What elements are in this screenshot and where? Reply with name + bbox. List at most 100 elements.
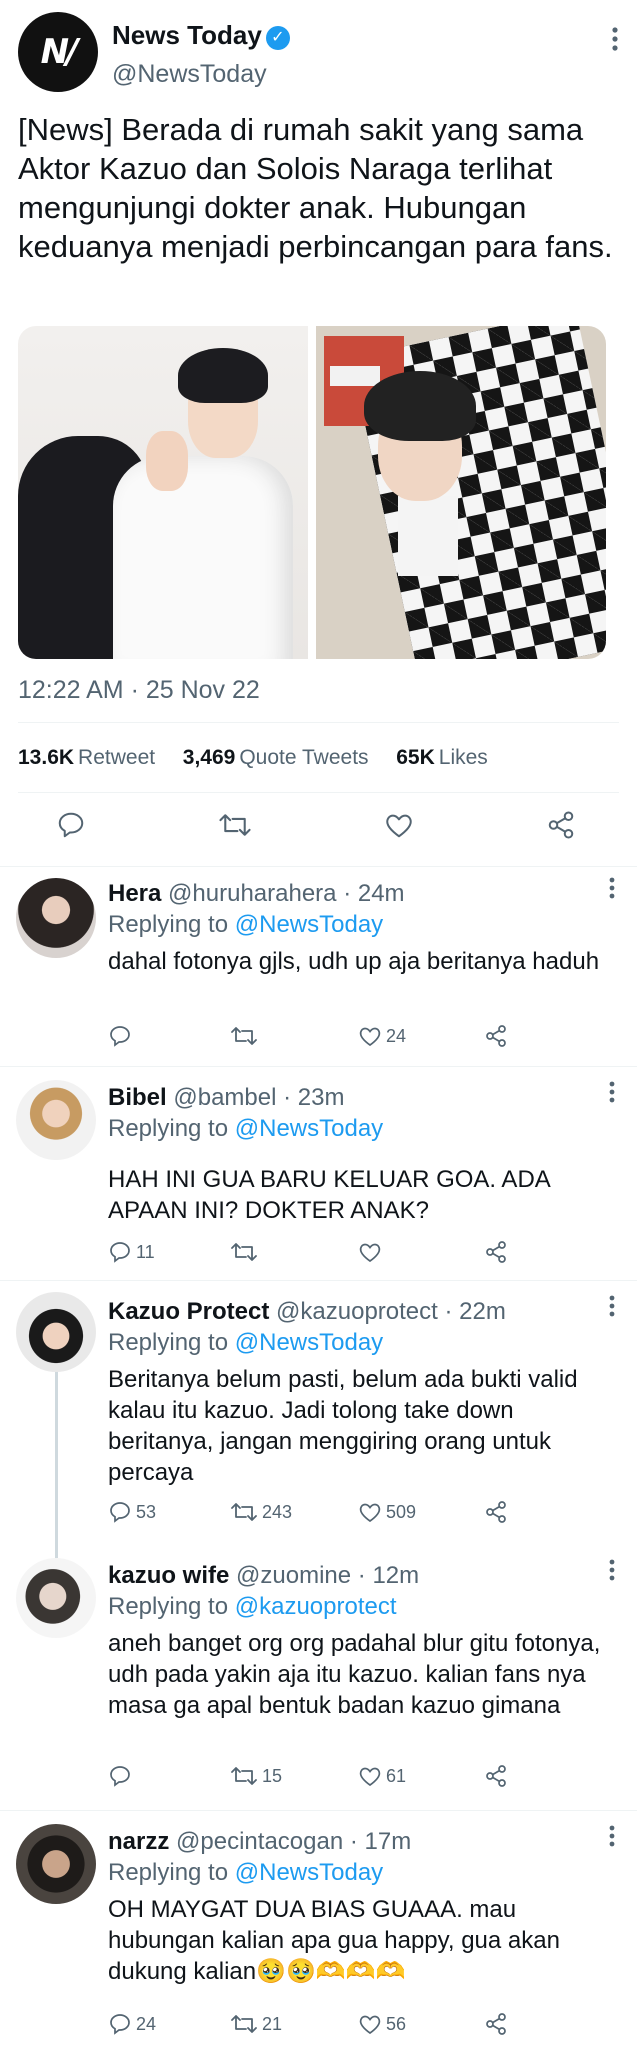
- media-photo[interactable]: [316, 326, 606, 659]
- reply-time[interactable]: · 22m: [444, 1298, 505, 1325]
- reply-author: Kazuo Protect @kazuoprotect · 22m: [108, 1298, 506, 1326]
- replying-label: Replying to: [108, 1859, 229, 1886]
- avatar[interactable]: [16, 1292, 96, 1372]
- reply-text: HAH INI GUA BARU KELUAR GOA. ADA APAAN I…: [108, 1166, 550, 1224]
- more-icon[interactable]: [609, 1080, 615, 1104]
- tweet-timestamp[interactable]: 12:22 AM · 25 Nov 22: [18, 676, 260, 705]
- reply-button[interactable]: 53: [108, 1498, 156, 1526]
- reply-button[interactable]: [108, 1022, 136, 1050]
- reply-tweet[interactable]: Bibel @bambel · 23m Replying to @NewsTod…: [0, 1068, 637, 1281]
- reply-actions: 15 61: [108, 1762, 528, 1790]
- like-button[interactable]: 56: [358, 2010, 406, 2038]
- reply-author-name[interactable]: Kazuo Protect: [108, 1298, 269, 1325]
- reply-button[interactable]: 24: [108, 2010, 156, 2038]
- reply-time[interactable]: · 23m: [283, 1084, 344, 1111]
- media-photo[interactable]: [18, 326, 308, 659]
- like-button[interactable]: 61: [358, 1762, 406, 1790]
- retweet-button[interactable]: 243: [230, 1498, 292, 1526]
- quote-stat[interactable]: 3,469 Quote Tweets: [183, 746, 369, 769]
- share-icon: [486, 1025, 506, 1047]
- mention-link[interactable]: @NewsToday: [235, 1115, 383, 1142]
- photo-hair: [178, 348, 268, 403]
- reply-author-name[interactable]: Hera: [108, 880, 161, 907]
- reply-icon[interactable]: [56, 810, 96, 850]
- reply-tweet[interactable]: Hera @huruharahera · 24m Replying to @Ne…: [0, 868, 637, 1068]
- avatar[interactable]: [16, 1824, 96, 1904]
- more-icon[interactable]: [609, 876, 615, 900]
- replying-label: Replying to: [108, 1329, 229, 1356]
- mention-link[interactable]: @NewsToday: [235, 1329, 383, 1356]
- retweet-icon: [231, 1503, 257, 1521]
- photo-tee: [398, 496, 458, 576]
- share-button[interactable]: [484, 1238, 508, 1266]
- heart-icon[interactable]: [384, 810, 424, 850]
- like-count: 24: [386, 1025, 407, 1046]
- mention-link[interactable]: @NewsToday: [235, 911, 383, 938]
- reply-count: 24: [136, 2013, 157, 2034]
- heart-icon: [359, 1243, 381, 1263]
- like-button[interactable]: 509: [358, 1498, 416, 1526]
- like-button[interactable]: [358, 1238, 386, 1266]
- replying-to: Replying to @kazuoprotect: [108, 1593, 397, 1621]
- reply-author: Hera @huruharahera · 24m: [108, 880, 405, 908]
- avatar[interactable]: N/: [18, 12, 98, 92]
- reply-author-name[interactable]: Bibel: [108, 1084, 167, 1111]
- reply-tweet[interactable]: narzz @pecintacogan · 17m Replying to @N…: [0, 1812, 637, 2047]
- avatar[interactable]: [16, 1080, 96, 1160]
- reply-time[interactable]: · 17m: [350, 1828, 411, 1855]
- more-icon[interactable]: [611, 26, 619, 52]
- like-count: 65K: [396, 746, 435, 769]
- photo-shirt: [113, 456, 293, 659]
- photo-background-sign-detail: [330, 366, 380, 386]
- photo-hair: [364, 371, 476, 441]
- retweet-button[interactable]: [230, 1022, 262, 1050]
- divider: [0, 1810, 637, 1811]
- share-button[interactable]: [484, 1498, 508, 1526]
- retweet-count: 21: [262, 2013, 283, 2034]
- divider: [0, 866, 637, 867]
- share-icon: [486, 1241, 506, 1263]
- reply-tweet[interactable]: Kazuo Protect @kazuoprotect · 22m Replyi…: [0, 1282, 637, 1534]
- retweet-stat[interactable]: 13.6K Retweet: [18, 746, 155, 769]
- reply-time[interactable]: · 24m: [343, 880, 404, 907]
- heart-icon: [359, 1503, 381, 1523]
- reply-author-name[interactable]: kazuo wife: [108, 1562, 229, 1589]
- retweet-button[interactable]: [230, 1238, 262, 1266]
- reply-time[interactable]: · 12m: [358, 1562, 419, 1589]
- mention-link[interactable]: @NewsToday: [235, 1859, 383, 1886]
- reply-button[interactable]: 11: [108, 1238, 155, 1266]
- reply-author-handle[interactable]: @pecintacogan: [176, 1828, 343, 1855]
- retweet-icon[interactable]: [218, 810, 258, 850]
- reply-icon: [110, 1242, 130, 1263]
- share-icon[interactable]: [546, 810, 586, 850]
- retweet-count: 13.6K: [18, 746, 75, 769]
- reply-author-name[interactable]: narzz: [108, 1828, 169, 1855]
- author-name[interactable]: News Today ✓: [112, 20, 290, 51]
- share-button[interactable]: [484, 1022, 508, 1050]
- replying-to: Replying to @NewsToday: [108, 1115, 383, 1143]
- more-icon[interactable]: [609, 1558, 615, 1582]
- replying-label: Replying to: [108, 911, 229, 938]
- reply-author-handle[interactable]: @huruharahera: [168, 880, 336, 907]
- more-icon[interactable]: [609, 1824, 615, 1848]
- share-button[interactable]: [484, 1762, 508, 1790]
- replying-to: Replying to @NewsToday: [108, 1859, 383, 1887]
- like-stat[interactable]: 65K Likes: [396, 746, 488, 769]
- reply-tweet[interactable]: kazuo wife @zuomine · 12m Replying to @k…: [0, 1546, 637, 1811]
- more-icon[interactable]: [609, 1294, 615, 1318]
- retweet-button[interactable]: 21: [230, 2010, 282, 2038]
- reply-author-handle[interactable]: @bambel: [173, 1084, 276, 1111]
- author-handle[interactable]: @NewsToday: [112, 60, 267, 89]
- avatar[interactable]: [16, 1558, 96, 1638]
- retweet-button[interactable]: 15: [230, 1762, 282, 1790]
- share-button[interactable]: [484, 2010, 508, 2038]
- like-button[interactable]: 24: [358, 1022, 406, 1050]
- avatar[interactable]: [16, 878, 96, 958]
- mention-link[interactable]: @kazuoprotect: [235, 1593, 397, 1620]
- retweet-count: 243: [262, 1501, 293, 1522]
- reply-button[interactable]: [108, 1762, 136, 1790]
- reply-author-handle[interactable]: @zuomine: [236, 1562, 351, 1589]
- reply-author-handle[interactable]: @kazuoprotect: [276, 1298, 438, 1325]
- replying-to: Replying to @NewsToday: [108, 911, 383, 939]
- divider: [18, 792, 619, 793]
